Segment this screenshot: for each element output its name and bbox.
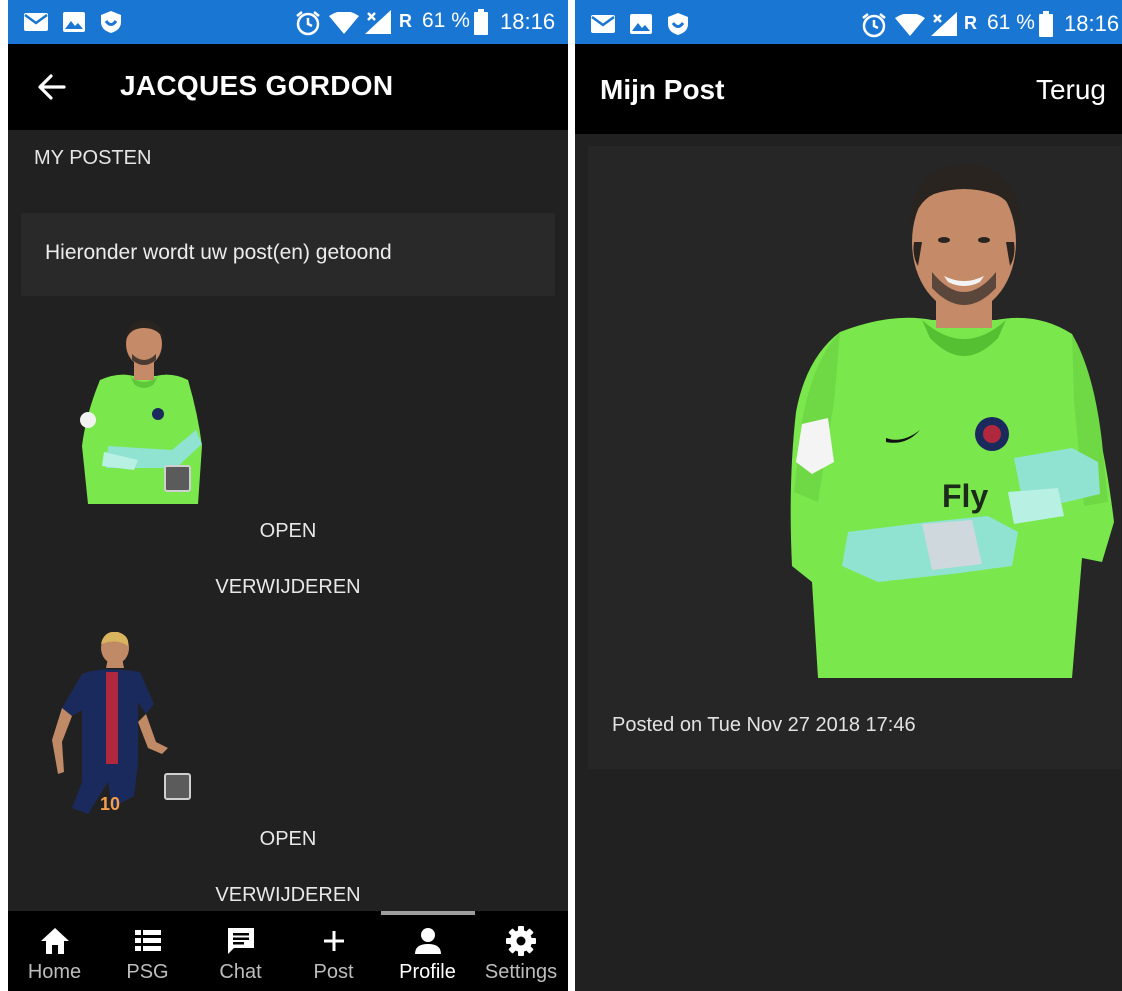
- post-image-player: 10: [52, 632, 168, 814]
- back-arrow-icon[interactable]: [38, 74, 66, 100]
- shield-check-icon: [101, 11, 121, 33]
- post-card: Fly Posted on Tue Nov 27 2018 17:46: [588, 146, 1121, 769]
- post-checkbox[interactable]: [164, 773, 191, 800]
- nav-label: Chat: [219, 961, 262, 983]
- app-bar: JACQUES GORDON: [8, 44, 568, 130]
- nav-profile[interactable]: Profile: [381, 911, 474, 991]
- battery-percent: 61 %: [987, 11, 1035, 34]
- post-checkbox[interactable]: [164, 465, 191, 492]
- alarm-icon: [296, 11, 320, 36]
- nav-label: Home: [27, 961, 82, 983]
- battery-percent: 61 %: [422, 9, 470, 32]
- wifi-icon: [895, 14, 925, 36]
- list-icon: [134, 930, 161, 951]
- network-label: R: [399, 11, 412, 31]
- nav-psg[interactable]: PSG: [101, 911, 194, 991]
- section-title: MY POSTEN: [34, 147, 152, 169]
- nav-label: Profile: [399, 961, 456, 983]
- person-icon: [414, 928, 441, 954]
- shield-check-icon: [668, 13, 688, 35]
- profile-screen: R 61 % 18:16 JACQUES GORDON MY POSTEN Hi…: [8, 0, 568, 991]
- nav-home[interactable]: Home: [8, 911, 101, 991]
- page-title: JACQUES GORDON: [120, 70, 394, 101]
- clock: 18:16: [500, 9, 556, 34]
- info-text: Hieronder wordt uw post(en) getoond: [45, 241, 392, 264]
- open-button[interactable]: OPEN: [8, 828, 568, 851]
- nav-chat[interactable]: Chat: [194, 911, 287, 991]
- info-card: Hieronder wordt uw post(en) getoond: [21, 213, 555, 296]
- chat-icon: [227, 928, 254, 954]
- status-bar: R 61 % 18:16: [8, 0, 568, 44]
- nav-label: Post: [313, 961, 354, 983]
- mail-icon: [591, 15, 615, 33]
- open-button[interactable]: OPEN: [8, 520, 568, 543]
- posted-on-text: Posted on Tue Nov 27 2018 17:46: [612, 714, 916, 736]
- gear-icon: [506, 926, 536, 956]
- delete-button[interactable]: VERWIJDEREN: [8, 576, 568, 599]
- network-label: R: [964, 13, 977, 33]
- image-icon: [63, 12, 85, 32]
- app-bar: Mijn Post Terug: [575, 44, 1122, 134]
- alarm-icon: [862, 13, 886, 38]
- nav-label: Settings: [484, 961, 558, 983]
- post-image-goalkeeper: Fly: [790, 164, 1114, 678]
- delete-button[interactable]: VERWIJDEREN: [8, 884, 568, 907]
- battery-icon: [1039, 11, 1053, 37]
- battery-icon: [474, 9, 488, 35]
- bottom-navigation: Home PSG Chat Post Profile Settings: [8, 911, 568, 991]
- signal-icon: [931, 12, 957, 36]
- post-detail-screen: R 61 % 18:16 Mijn Post Terug Fly Posted …: [575, 0, 1122, 991]
- status-bar: R 61 % 18:16: [575, 0, 1122, 44]
- home-icon: [40, 928, 69, 954]
- signal-icon: [365, 10, 391, 34]
- svg-text:10: 10: [100, 794, 120, 814]
- nav-post[interactable]: Post: [287, 911, 380, 991]
- nav-settings[interactable]: Settings: [474, 911, 568, 991]
- mail-icon: [24, 13, 48, 31]
- plus-icon: [323, 931, 344, 951]
- back-button[interactable]: Terug: [1036, 74, 1106, 106]
- wifi-icon: [329, 12, 359, 34]
- image-icon: [630, 14, 652, 34]
- page-title: Mijn Post: [600, 74, 725, 105]
- svg-text:Fly: Fly: [942, 478, 988, 514]
- clock: 18:16: [1064, 11, 1120, 36]
- nav-label: PSG: [126, 961, 169, 983]
